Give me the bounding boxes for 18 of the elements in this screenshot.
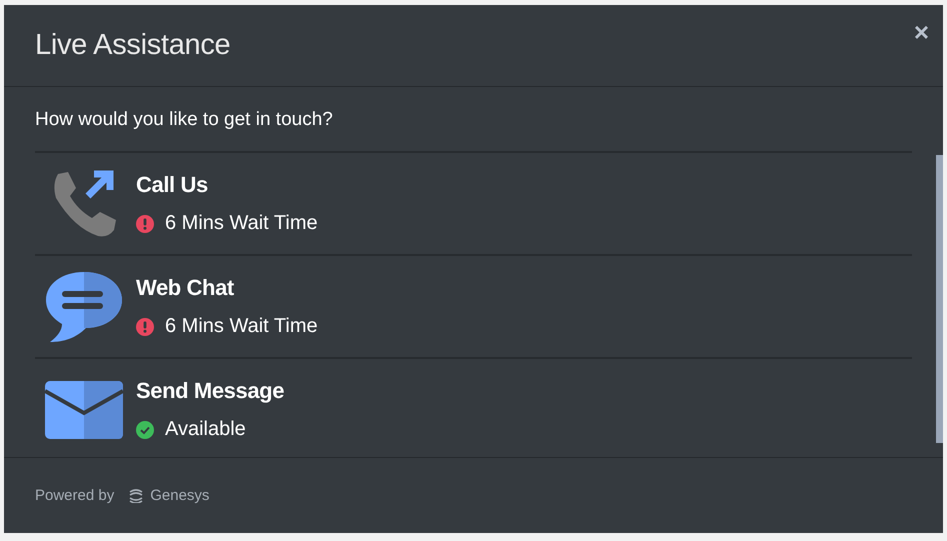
powered-by-text: Powered by (35, 487, 114, 504)
channel-name[interactable]: Send Message (136, 378, 284, 404)
channel-name[interactable]: Call Us (136, 172, 318, 198)
brand-name: Genesys (150, 487, 210, 504)
alert-icon (136, 214, 154, 232)
window-title: Live Assistance (35, 29, 230, 62)
close-button[interactable]: × (914, 19, 929, 45)
channel-name[interactable]: Web Chat (136, 275, 318, 301)
status-text: 6 Mins Wait Time (165, 315, 318, 338)
chat-bubble-icon (46, 270, 122, 344)
status-text: 6 Mins Wait Time (165, 212, 318, 235)
scrollbar[interactable] (936, 155, 943, 443)
prompt-text: How would you like to get in touch? (34, 108, 334, 131)
alert-icon (136, 318, 154, 336)
status-text: Available (165, 418, 246, 441)
check-icon (136, 420, 154, 438)
logo-icon (128, 488, 144, 502)
envelope-icon (44, 380, 122, 438)
